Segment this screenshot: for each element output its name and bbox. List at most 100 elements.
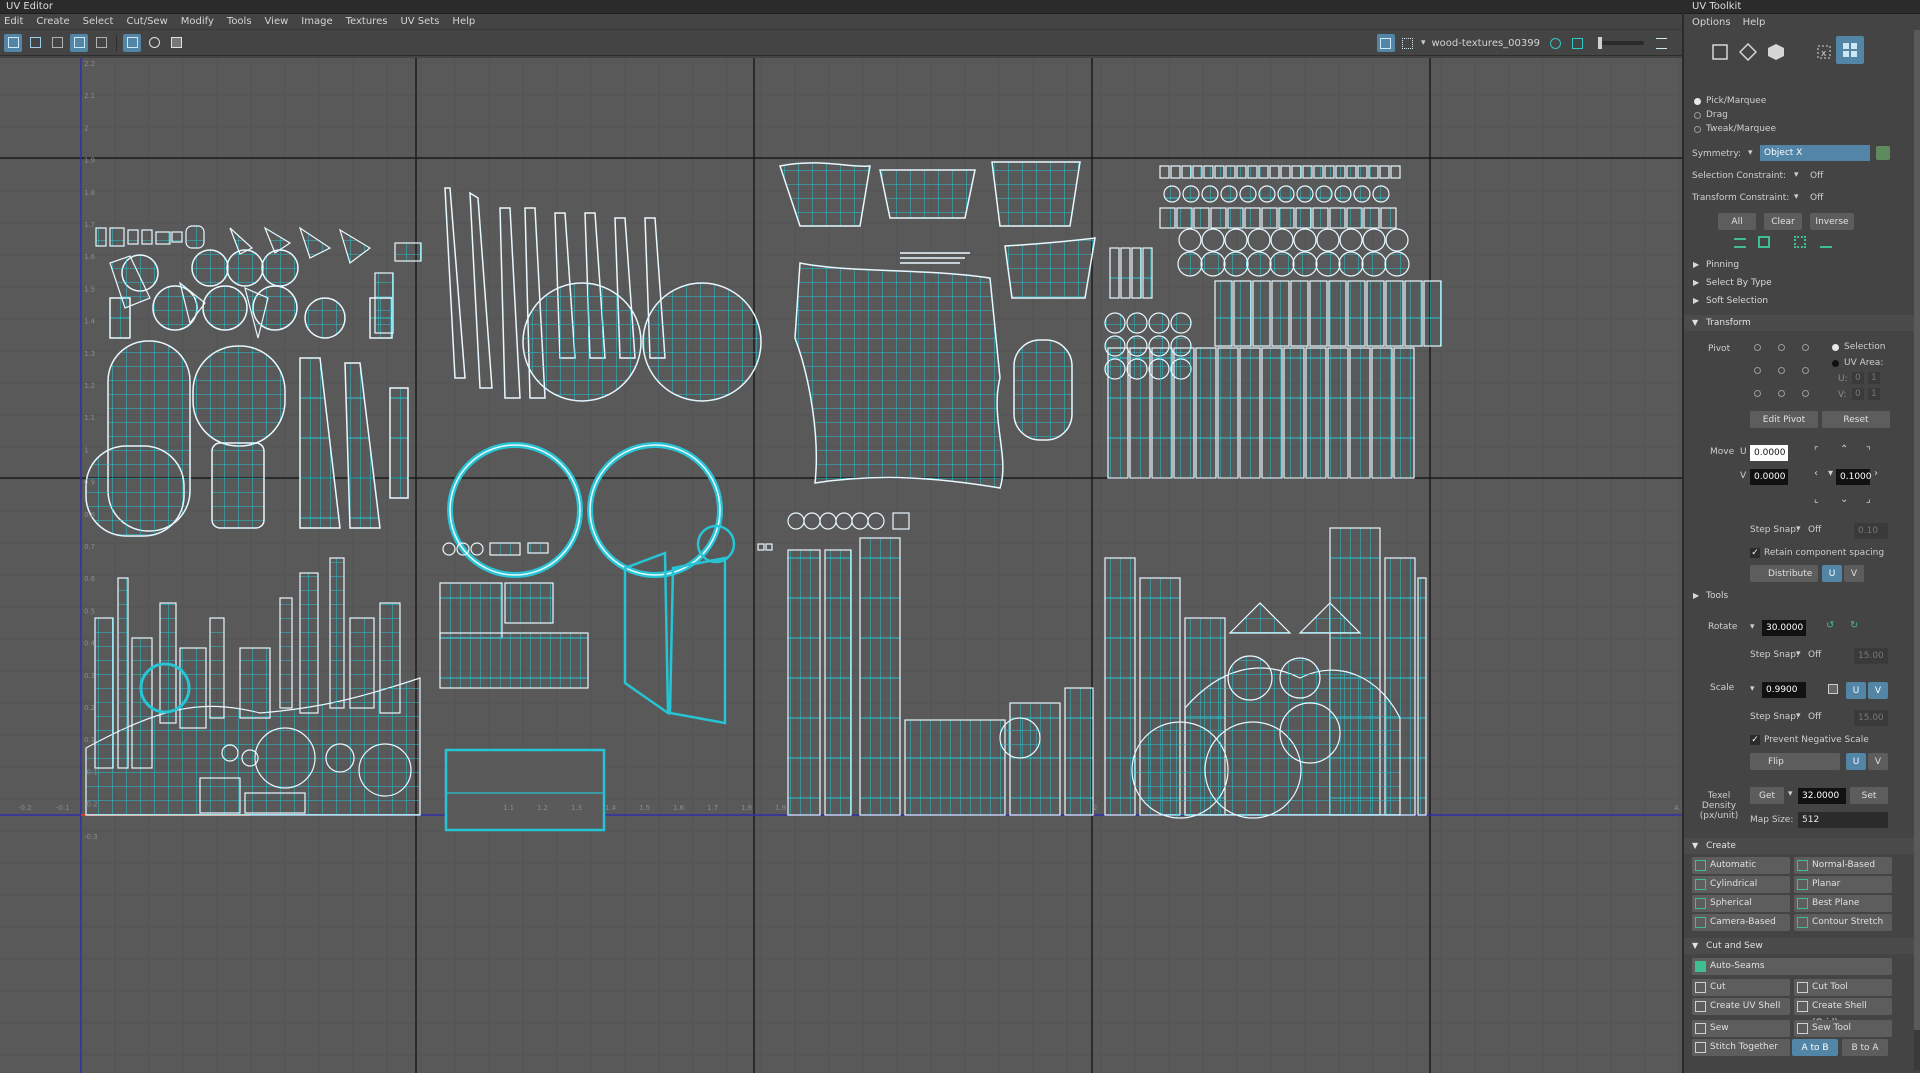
pivot-position-radio[interactable]	[1802, 344, 1809, 351]
select-shell-icon[interactable]	[1836, 36, 1864, 64]
exposure-slider[interactable]	[1598, 37, 1644, 49]
rotate-step-snap-arrow-icon[interactable]: ▾	[1796, 649, 1801, 659]
distribute-v-button[interactable]: V	[1844, 565, 1864, 582]
rotate-field[interactable]: 30.0000	[1762, 620, 1806, 636]
rotate-cw-icon[interactable]: ↻	[1850, 620, 1858, 631]
scale-field[interactable]: 0.9900	[1762, 682, 1806, 698]
best-plane-button[interactable]: Best Plane	[1794, 895, 1892, 912]
stitch-together-button[interactable]: Stitch Together	[1692, 1039, 1790, 1056]
sew-button[interactable]: Sew	[1692, 1020, 1790, 1037]
selection-constraint-arrow-icon[interactable]: ▾	[1794, 170, 1799, 180]
pivot-position-radio[interactable]	[1802, 367, 1809, 374]
move-down-right-icon[interactable]: ⌟	[1866, 494, 1871, 505]
uv-area-u-min[interactable]: 0	[1852, 372, 1864, 384]
refresh-texture-icon[interactable]	[1546, 34, 1564, 52]
select-inverse-button[interactable]: Inverse	[1810, 213, 1854, 230]
pivot-position-radio[interactable]	[1754, 390, 1761, 397]
retain-spacing-checkbox[interactable]: ✓	[1750, 548, 1760, 558]
scale-u-button[interactable]: U	[1846, 682, 1866, 699]
distortion-icon[interactable]	[26, 34, 44, 52]
camera-based-button[interactable]: Camera-Based	[1692, 914, 1790, 931]
pivot-position-radio[interactable]	[1754, 344, 1761, 351]
move-up-icon[interactable]: ⌃	[1840, 444, 1848, 455]
transform-constraint-arrow-icon[interactable]: ▾	[1794, 192, 1799, 202]
menu-uv-sets[interactable]: UV Sets	[400, 16, 439, 27]
radio-pick-marquee[interactable]	[1694, 98, 1701, 105]
move-v-field[interactable]: 0.0000	[1750, 469, 1788, 485]
pivot-position-radio[interactable]	[1778, 344, 1785, 351]
scale-v-button[interactable]: V	[1868, 682, 1888, 699]
map-size-field[interactable]: 512	[1798, 812, 1888, 828]
select-clear-button[interactable]: Clear	[1764, 213, 1802, 230]
rotate-ccw-icon[interactable]: ↺	[1826, 620, 1834, 631]
collapse-toolbar-icon[interactable]	[1652, 34, 1670, 52]
pixel-snap-icon[interactable]	[145, 34, 163, 52]
texel-set-button[interactable]: Set	[1850, 787, 1888, 804]
uv-shell-border-icon[interactable]	[70, 33, 88, 52]
flip-button[interactable]: Flip	[1750, 753, 1840, 770]
flip-u-button[interactable]: U	[1846, 753, 1866, 770]
uv-area-v-min[interactable]: 0	[1852, 388, 1864, 400]
move-step-field[interactable]: 0.1000	[1836, 469, 1872, 485]
symmetry-options-icon[interactable]	[1876, 146, 1890, 160]
auto-seams-button[interactable]: Auto-Seams	[1692, 958, 1892, 975]
move-down-left-icon[interactable]: ⌞	[1814, 494, 1819, 505]
texel-density-field[interactable]: 32.0000	[1798, 788, 1846, 804]
convert-selection-icon-2[interactable]	[1758, 236, 1770, 248]
uv-viewport[interactable]: 2.2 2.1 2 1.9 1.8 1.7 1.6 1.5 1.4 1.3 1.2 1.1 1 0.9 0.…	[0, 58, 1682, 1073]
move-step-dropdown-icon[interactable]: ▾	[1828, 468, 1833, 479]
menu-create[interactable]: Create	[36, 16, 69, 27]
flip-v-button[interactable]: V	[1868, 753, 1888, 770]
radio-pivot-uvarea[interactable]	[1832, 360, 1839, 367]
move-step-snap-field[interactable]: 0.10	[1854, 523, 1888, 539]
menu-modify[interactable]: Modify	[181, 16, 214, 27]
convert-selection-icon-3[interactable]	[1794, 236, 1806, 248]
move-step-snap-arrow-icon[interactable]: ▾	[1796, 524, 1801, 534]
pinning-section[interactable]: ▶ Pinning	[1684, 257, 1920, 273]
distribute-button[interactable]: Distribute	[1750, 565, 1818, 582]
select-uv-icon[interactable]: x	[1810, 38, 1838, 66]
grid-toggle-icon[interactable]	[123, 33, 141, 52]
uv-mode-icon[interactable]	[1706, 38, 1734, 66]
radio-drag[interactable]	[1694, 112, 1701, 119]
move-u-field[interactable]: 0.0000	[1750, 445, 1788, 461]
uv-area-v-max[interactable]: 1	[1868, 388, 1880, 400]
menu-tools[interactable]: Tools	[227, 16, 252, 27]
normal-based-button[interactable]: Normal-Based	[1794, 857, 1892, 874]
move-step-snap-value[interactable]: Off	[1808, 525, 1821, 535]
convert-selection-icon-1[interactable]	[1734, 238, 1746, 248]
texel-dropdown-icon[interactable]: ▾	[1788, 789, 1793, 799]
radio-pivot-selection[interactable]	[1832, 344, 1839, 351]
menu-cut-sew[interactable]: Cut/Sew	[126, 16, 167, 27]
select-by-type-section[interactable]: ▶ Select By Type	[1684, 275, 1920, 291]
spherical-button[interactable]: Spherical	[1692, 895, 1790, 912]
create-shell-grid-button[interactable]: Create Shell (Grid)	[1794, 998, 1892, 1028]
scale-dropdown-icon[interactable]: ▾	[1750, 684, 1755, 694]
scale-step-snap-arrow-icon[interactable]: ▾	[1796, 711, 1801, 721]
soft-selection-section[interactable]: ▶ Soft Selection	[1684, 293, 1920, 309]
edit-pivot-button[interactable]: Edit Pivot	[1750, 411, 1818, 428]
sew-tool-button[interactable]: Sew Tool	[1794, 1020, 1892, 1037]
symmetry-dropdown[interactable]: Object X	[1760, 145, 1870, 161]
object-mode-icon[interactable]	[1762, 38, 1790, 66]
checker-map-icon[interactable]	[92, 34, 110, 52]
texture-name-dropdown[interactable]: wood-textures_00399	[1431, 38, 1540, 49]
uv-area-u-max[interactable]: 1	[1868, 372, 1880, 384]
cylindrical-button[interactable]: Cylindrical	[1692, 876, 1790, 893]
selection-constraint-value[interactable]: Off	[1810, 171, 1823, 181]
pivot-position-radio[interactable]	[1778, 390, 1785, 397]
rotate-dropdown-icon[interactable]: ▾	[1750, 622, 1755, 632]
transform-constraint-value[interactable]: Off	[1810, 193, 1823, 203]
scale-step-snap-value[interactable]: Off	[1808, 712, 1821, 722]
pivot-position-radio[interactable]	[1778, 367, 1785, 374]
reset-pivot-button[interactable]: Reset	[1822, 411, 1890, 428]
radio-tweak-marquee[interactable]	[1694, 126, 1701, 133]
dim-image-icon[interactable]	[1399, 34, 1417, 52]
menu-view[interactable]: View	[265, 16, 289, 27]
create-section-header[interactable]: ▼ Create	[1684, 838, 1920, 854]
uv-canvas[interactable]: 2.2 2.1 2 1.9 1.8 1.7 1.6 1.5 1.4 1.3 1.2 1.1 1 0.9 0.…	[0, 58, 1682, 1073]
move-right-icon[interactable]: ›	[1874, 468, 1878, 479]
select-all-button[interactable]: All	[1718, 213, 1756, 230]
shaded-uv-icon[interactable]	[4, 33, 22, 52]
rotate-step-snap-value[interactable]: Off	[1808, 650, 1821, 660]
